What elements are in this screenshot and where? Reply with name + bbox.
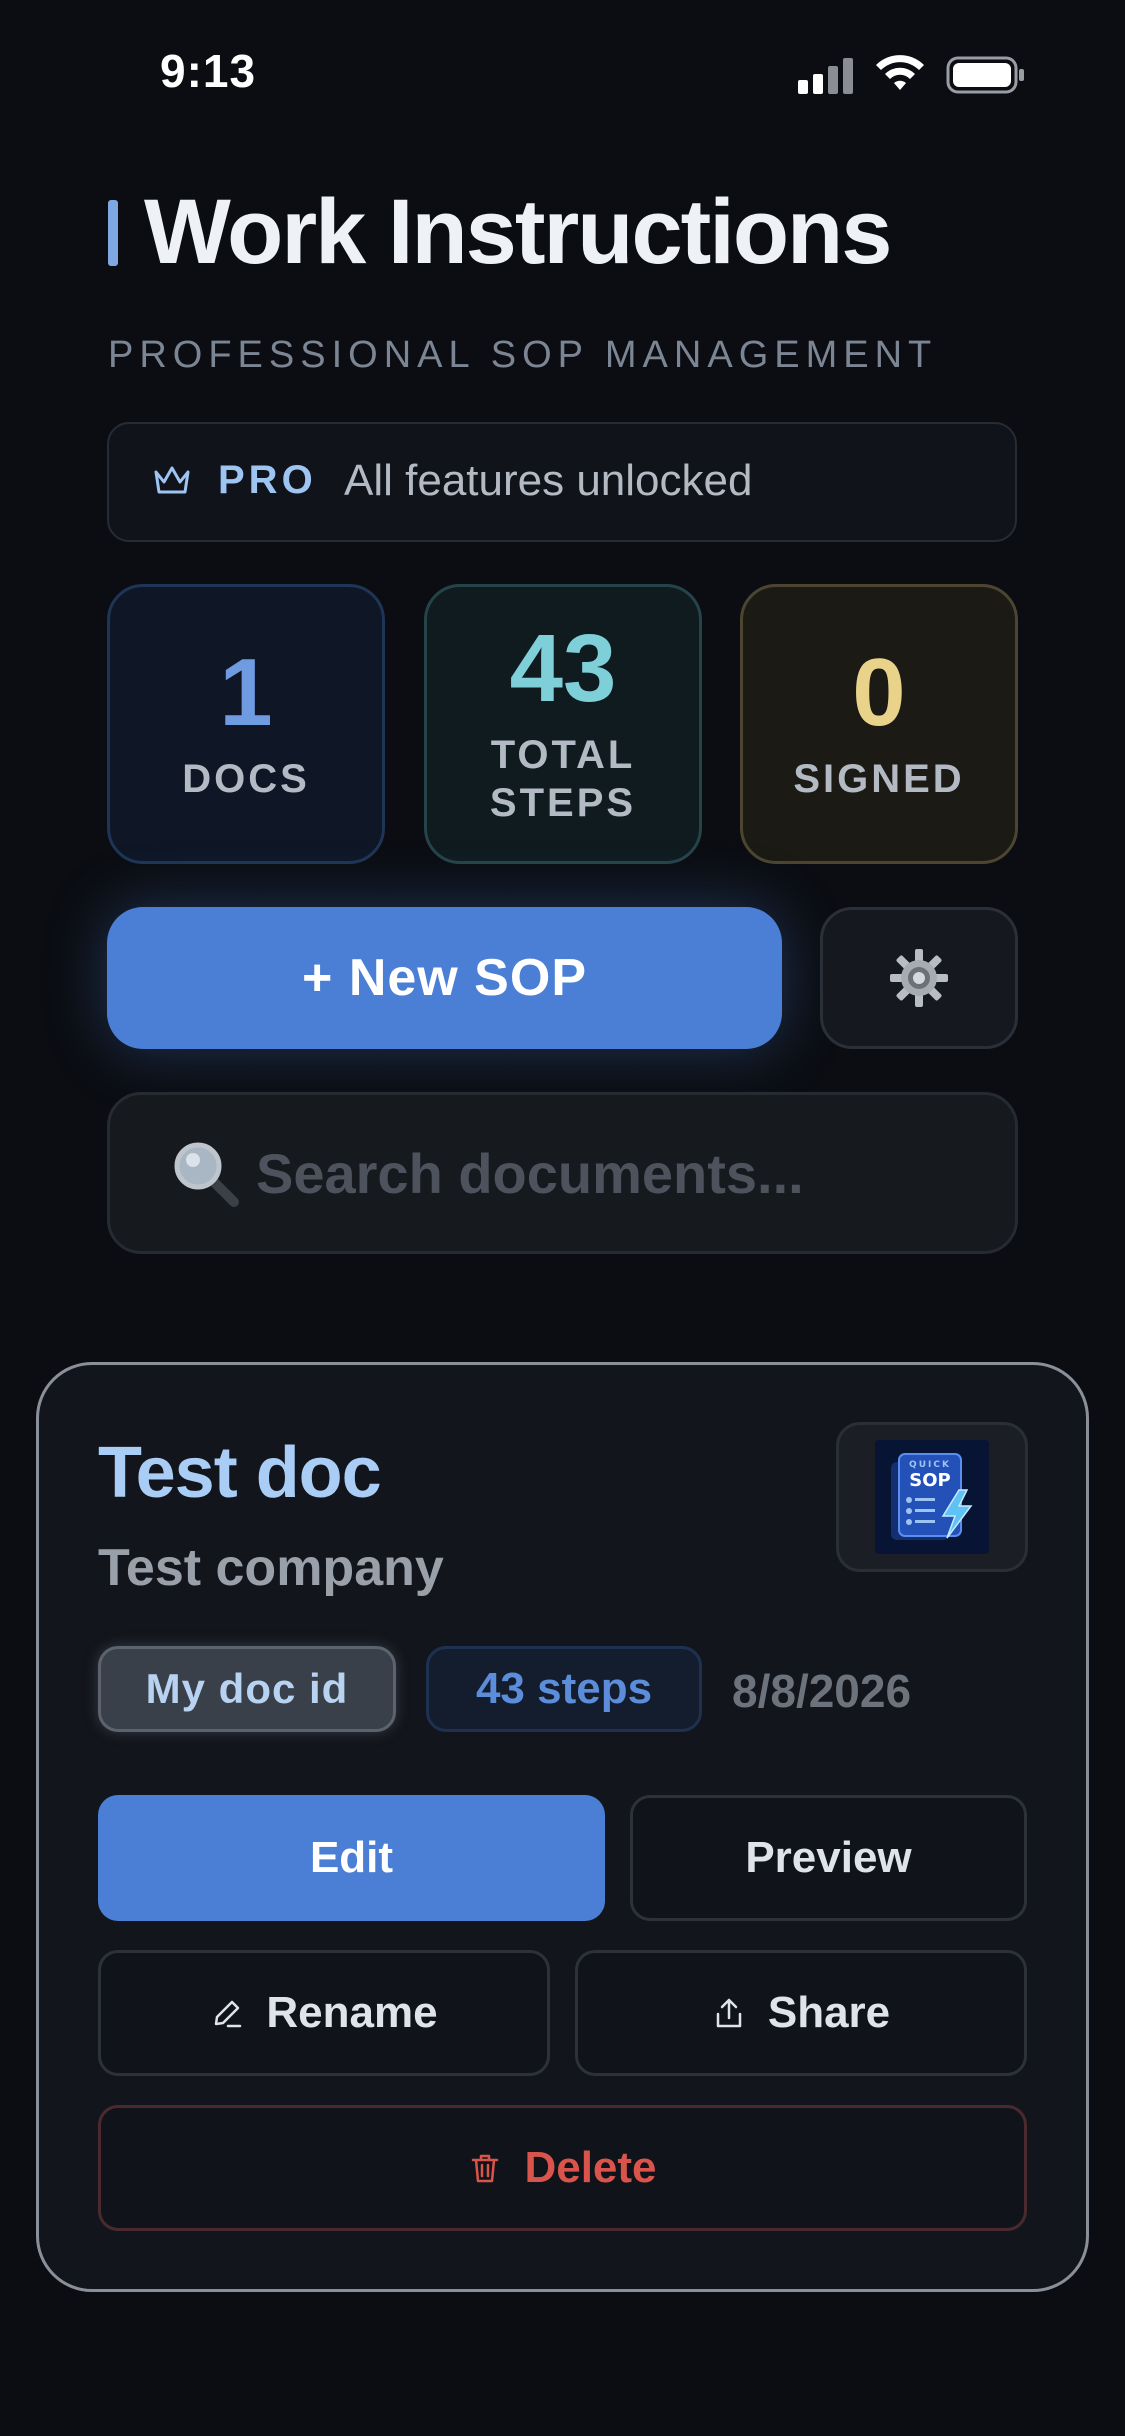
steps-badge: 43 steps (426, 1646, 702, 1732)
search-icon (174, 1142, 239, 1207)
stat-signed-value: 0 (852, 639, 906, 746)
battery-icon (946, 56, 1024, 94)
stat-signed: 0 SIGNED (740, 584, 1018, 864)
edit-button[interactable]: Edit (98, 1795, 605, 1921)
delete-label: Delete (524, 2143, 657, 2192)
page-title: Work Instructions (144, 181, 892, 283)
stat-docs: 1 DOCS (107, 584, 385, 864)
settings-button[interactable] (820, 907, 1018, 1049)
stat-docs-label: DOCS (182, 757, 310, 801)
stat-total-steps: 43 TOTAL STEPS (424, 584, 702, 864)
gear-icon (890, 949, 948, 1007)
preview-button[interactable]: Preview (630, 1795, 1027, 1921)
document-thumbnail: QUICK SOP (836, 1422, 1028, 1572)
document-company: Test company (98, 1539, 444, 1597)
delete-button[interactable]: Delete (98, 2105, 1027, 2231)
stat-signed-label: SIGNED (793, 757, 965, 801)
status-time: 9:13 (160, 45, 257, 97)
search-input[interactable] (256, 1128, 956, 1218)
signal-icon (798, 58, 854, 94)
document-title: Test doc (98, 1433, 382, 1513)
trash-icon (472, 2154, 499, 2183)
share-label: Share (767, 1988, 891, 2037)
svg-text:QUICK: QUICK (909, 1460, 951, 1470)
title-accent-bar (108, 200, 118, 266)
stat-docs-value: 1 (219, 639, 273, 746)
doc-id-badge: My doc id (98, 1646, 396, 1732)
rename-label: Rename (266, 1988, 438, 2037)
new-sop-button[interactable]: + New SOP (107, 907, 782, 1049)
sop-logo-icon: QUICK SOP (875, 1440, 989, 1554)
share-icon (716, 1998, 742, 2028)
stat-steps-value: 43 (509, 615, 617, 722)
svg-text:SOP: SOP (909, 1470, 950, 1491)
pro-badge: PRO (218, 458, 317, 502)
share-button[interactable]: Share (575, 1950, 1027, 2076)
rename-button[interactable]: Rename (98, 1950, 550, 2076)
page-subtitle: PROFESSIONAL SOP MANAGEMENT (108, 334, 938, 376)
document-date: 8/8/2026 (732, 1665, 912, 1717)
stat-steps-label: TOTAL STEPS (489, 733, 637, 825)
wifi-icon (876, 55, 924, 90)
pro-banner-text: All features unlocked (344, 456, 753, 505)
crown-icon (154, 466, 190, 494)
pencil-icon (215, 2000, 242, 2028)
